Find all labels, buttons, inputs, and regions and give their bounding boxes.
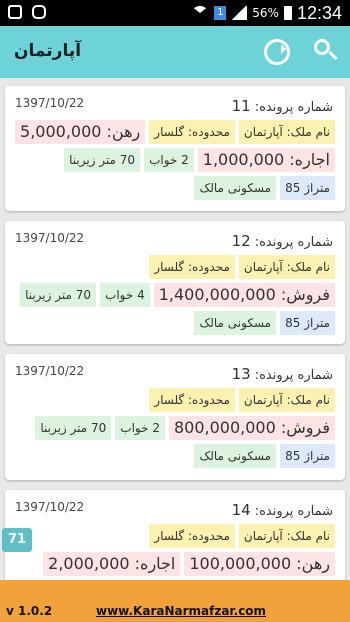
file-number: شماره پرونده:12	[232, 232, 333, 250]
file-number-value: 11	[231, 97, 251, 115]
detail-tag: محدوده: گلسار	[149, 388, 235, 412]
detail-tag: 4 خواب	[100, 283, 150, 307]
detail-tag: 70 متر زیربنا	[64, 148, 141, 172]
file-label: شماره پرونده:	[254, 504, 333, 519]
detail-tag: متراژ 85	[280, 444, 335, 468]
file-label: شماره پرونده:	[254, 368, 333, 383]
detail-tag: اجاره: 2,000,000	[43, 552, 181, 576]
file-number: شماره پرونده:13	[232, 365, 333, 383]
detail-tag: نام ملک: آپارتمان	[238, 120, 335, 144]
detail-tag: 70 متر زیربنا	[20, 283, 97, 307]
detail-tag: اجاره: 1,000,000	[197, 148, 335, 172]
battery-percent: 56%	[252, 6, 279, 20]
listing-card[interactable]: 1397/10/22 شماره پرونده:11 نام ملک: آپارتم…	[5, 86, 345, 211]
detail-tag: فروش: 1,400,000,000	[153, 283, 335, 307]
instagram-icon	[32, 5, 46, 19]
listing-card[interactable]: 1397/10/22 شماره پرونده:13 نام ملک: آپارتم…	[5, 354, 345, 480]
file-number-value: 13	[231, 365, 251, 383]
detail-tag: محدوده: گلسار	[149, 524, 235, 548]
listing-date: 1397/10/22	[15, 96, 85, 110]
detail-tag: متراژ 85	[280, 311, 335, 335]
version-label: v 1.0.2	[6, 604, 53, 618]
battery-icon	[283, 6, 292, 20]
listing-details: نام ملک: آپارتمان محدوده: گلسار رهن: 5,000…	[11, 120, 335, 200]
listing-list: 1397/10/22 شماره پرونده:11 نام ملک: آپارتم…	[5, 86, 345, 604]
count-badge[interactable]: 71	[2, 528, 32, 552]
status-bar: 1 56% 12:34	[0, 0, 350, 26]
clock: 12:34	[296, 3, 342, 23]
app-bar: آپارتمان	[0, 26, 350, 78]
signal-icon	[231, 6, 248, 20]
detail-tag: فروش: 800,000,000	[168, 416, 335, 440]
detail-tag: مسکونی مالک	[194, 311, 277, 335]
detail-tag: نام ملک: آپارتمان	[238, 255, 335, 279]
file-label: شماره پرونده:	[254, 235, 333, 250]
file-label: شماره پرونده:	[254, 100, 333, 115]
footer: v 1.0.2 www.KaraNarmafzar.com	[0, 580, 350, 622]
file-number: شماره پرونده:14	[232, 501, 333, 519]
detail-tag: رهن: 100,000,000	[184, 552, 335, 576]
refresh-icon[interactable]	[264, 39, 290, 65]
detail-tag: نام ملک: آپارتمان	[238, 524, 335, 548]
listing-details: نام ملک: آپارتمان محدوده: گلسار فروش: 800,…	[11, 388, 335, 468]
wifi-icon	[191, 6, 210, 20]
detail-tag: محدوده: گلسار	[149, 120, 235, 144]
listing-details: نام ملک: آپارتمان محدوده: گلسار فروش: 1,40…	[11, 255, 335, 335]
detail-tag: مسکونی مالک	[194, 176, 277, 200]
detail-tag: 2 خواب	[144, 148, 194, 172]
listing-card[interactable]: 1397/10/22 شماره پرونده:14 نام ملک: آپارتم…	[5, 490, 345, 604]
file-number-value: 12	[231, 232, 251, 250]
image-icon	[8, 5, 22, 19]
listing-date: 1397/10/22	[15, 364, 85, 378]
listing-date: 1397/10/22	[15, 500, 85, 514]
search-icon[interactable]	[314, 39, 338, 61]
detail-tag: 2 خواب	[115, 416, 165, 440]
page-title: آپارتمان	[14, 41, 82, 61]
detail-tag: نام ملک: آپارتمان	[238, 388, 335, 412]
detail-tag: مسکونی مالک	[194, 444, 277, 468]
detail-tag: رهن: 5,000,000	[15, 120, 146, 144]
detail-tag: متراژ 85	[280, 176, 335, 200]
file-number: شماره پرونده:11	[232, 97, 333, 115]
listing-date: 1397/10/22	[15, 231, 85, 245]
detail-tag: محدوده: گلسار	[149, 255, 235, 279]
sim-icon: 1	[214, 6, 227, 20]
detail-tag: 70 متر زیربنا	[35, 416, 112, 440]
file-number-value: 14	[231, 501, 251, 519]
website-link[interactable]: www.KaraNarmafzar.com	[96, 604, 266, 618]
listing-card[interactable]: 1397/10/22 شماره پرونده:12 نام ملک: آپارتم…	[5, 221, 345, 344]
